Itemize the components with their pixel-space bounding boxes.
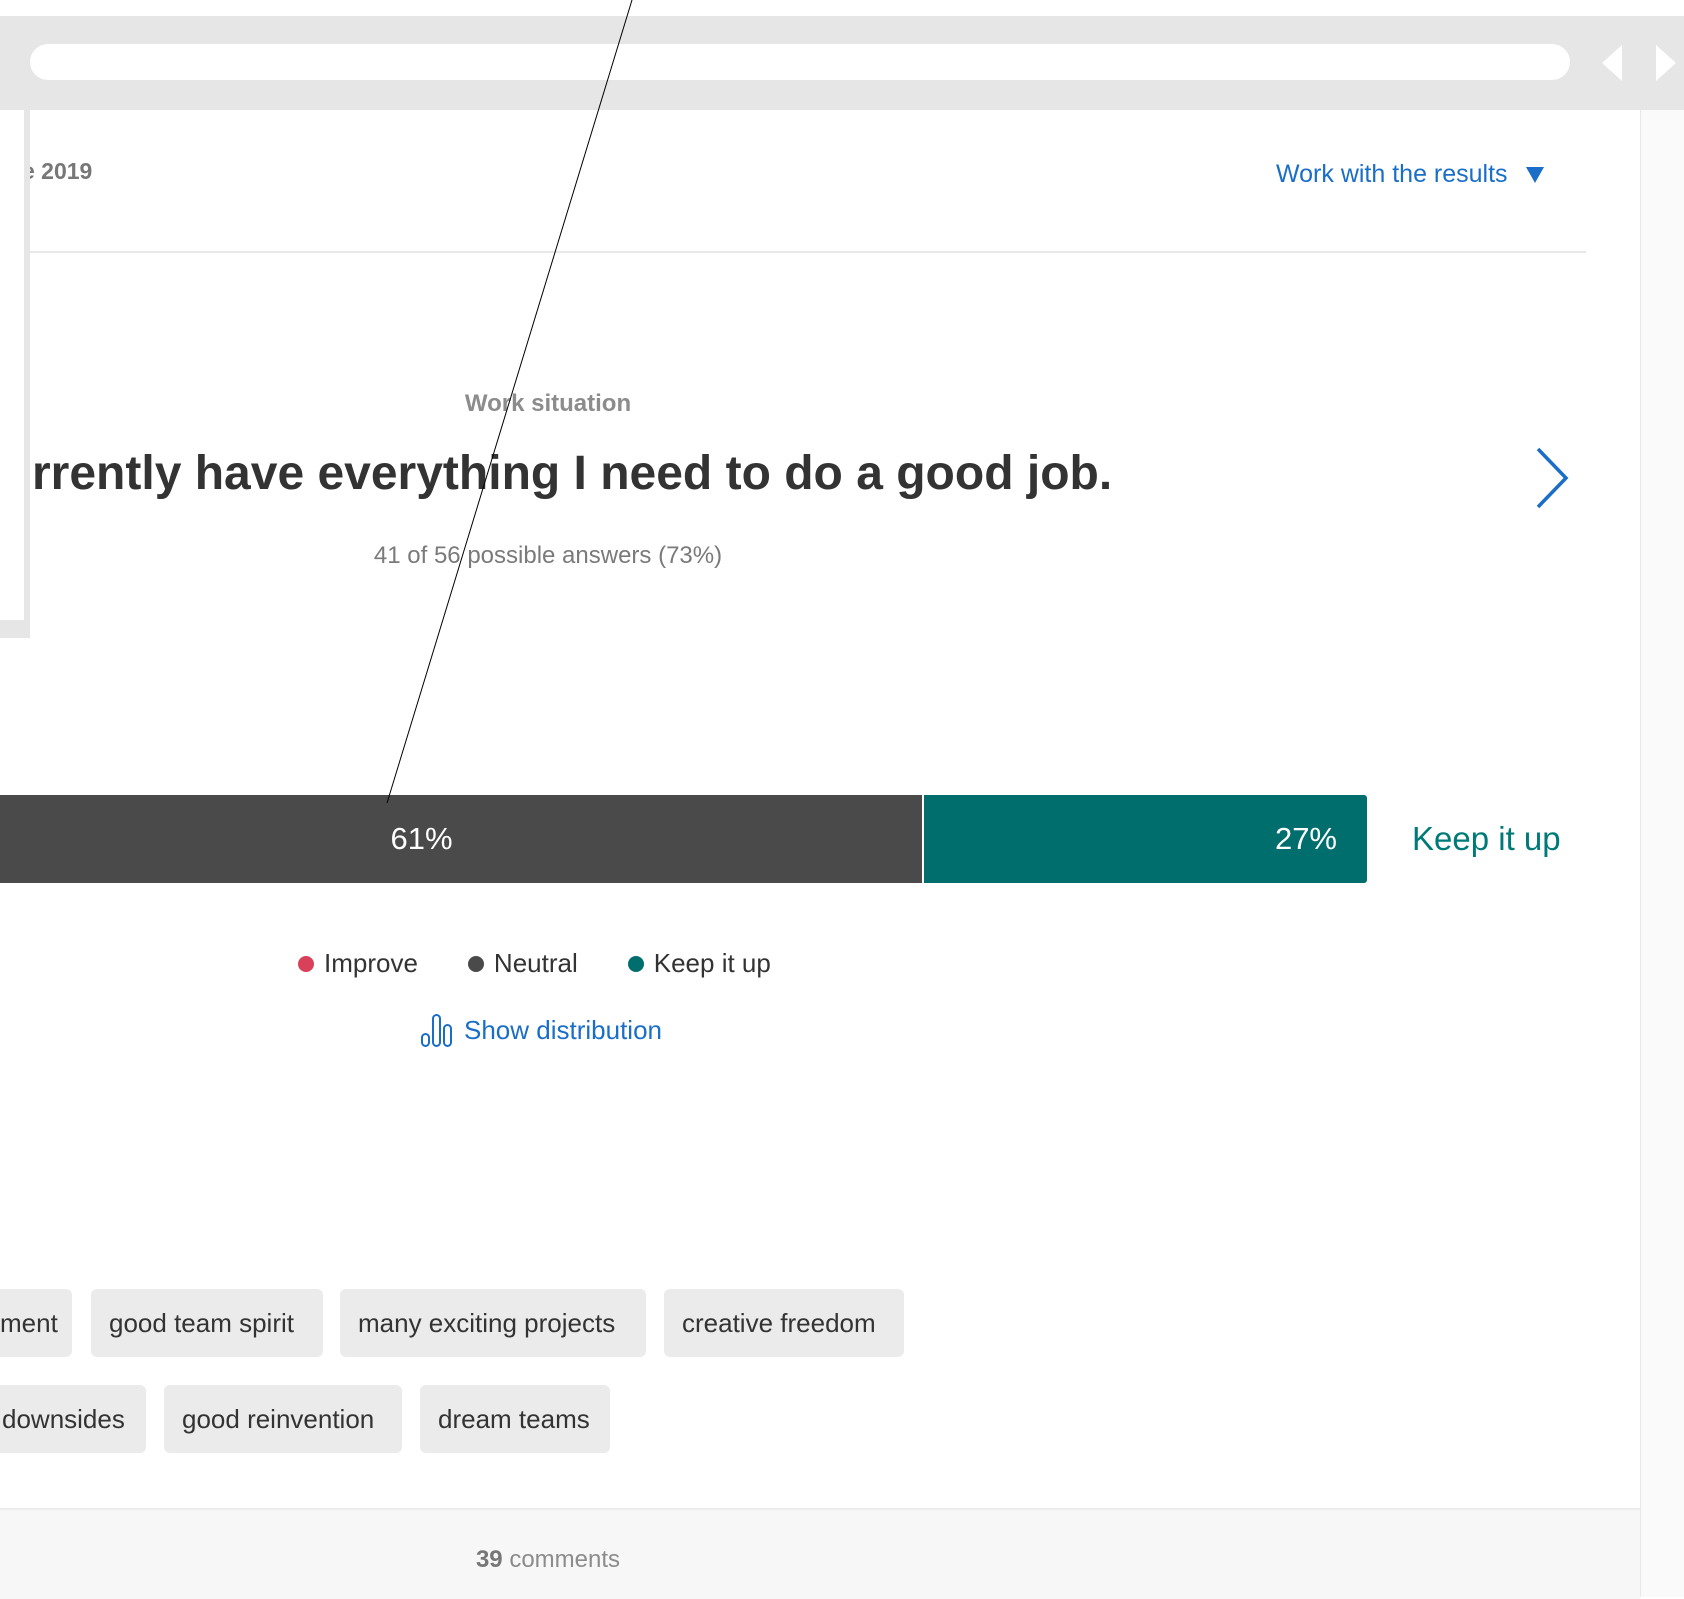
tag-label: ment (0, 1307, 58, 1338)
outcome-label: Keep it up (1412, 820, 1561, 857)
show-distribution-link[interactable]: Show distribution (420, 1012, 662, 1048)
legend-label-keep: Keep it up (653, 948, 771, 978)
question-category: Work situation (464, 390, 632, 417)
header-divider (0, 251, 1586, 253)
legend-label-improve: Improve (324, 948, 418, 978)
tag-chip[interactable]: good reinvention (164, 1385, 402, 1453)
keep-percent: 27% (1274, 821, 1337, 856)
neutral-dot-icon (467, 955, 484, 972)
tag-chip[interactable]: dream teams (420, 1385, 610, 1453)
tag-label: dream teams (438, 1403, 590, 1434)
window-top (0, 0, 1684, 16)
question-text: rrently have everything I need to do a g… (32, 447, 1113, 500)
bar-segment-neutral[interactable]: 61% (0, 795, 922, 883)
tag-label: downsides (2, 1403, 125, 1434)
legend-item-neutral: Neutral (467, 948, 578, 979)
keep-dot-icon (627, 955, 644, 972)
triangle-down-icon (1525, 166, 1544, 183)
tag-chip[interactable]: creative freedom (664, 1289, 904, 1357)
bar-segment-keep[interactable]: 27% (924, 795, 1367, 883)
tag-label: good reinvention (182, 1403, 375, 1434)
tag-label: good team spirit (109, 1307, 294, 1338)
legend-item-improve: Improve (298, 948, 418, 979)
tag-chip[interactable]: good team spirit (91, 1289, 323, 1357)
comments-count: 39 (475, 1546, 503, 1573)
triangle-right-icon[interactable] (1656, 45, 1676, 81)
legend-item-keep: Keep it up (627, 948, 771, 979)
legend-label-neutral: Neutral (493, 948, 578, 978)
work-with-results-label: Work with the results (1276, 160, 1508, 188)
neutral-percent: 61% (390, 821, 453, 856)
side-panel (0, 110, 24, 620)
survey-date: e 2019 (22, 158, 93, 184)
tag-chip[interactable]: ment (0, 1289, 72, 1357)
result-bar: 61% 27% (0, 795, 1367, 883)
chevron-right-icon[interactable] (1532, 445, 1572, 511)
work-with-results-button[interactable]: Work with the results (1276, 160, 1544, 189)
scroll-strip[interactable] (1640, 110, 1684, 1597)
tag-chip[interactable]: many exciting projects (340, 1289, 646, 1357)
bar-chart-icon (421, 1014, 452, 1047)
show-distribution-label: Show distribution (464, 1014, 662, 1045)
comments-toggle[interactable]: 39 comments (0, 1546, 1096, 1574)
comments-label: comments (509, 1546, 621, 1573)
improve-dot-icon (298, 955, 314, 972)
triangle-left-icon[interactable] (1602, 45, 1622, 81)
tag-label: creative freedom (682, 1307, 876, 1338)
legend: Improve Neutral Keep it up (298, 948, 771, 979)
address-bar[interactable] (30, 44, 1570, 80)
tag-label: many exciting projects (358, 1307, 616, 1338)
answer-count: 41 of 56 possible answers (73%) (373, 542, 723, 569)
tag-chip[interactable]: downsides (0, 1385, 146, 1453)
